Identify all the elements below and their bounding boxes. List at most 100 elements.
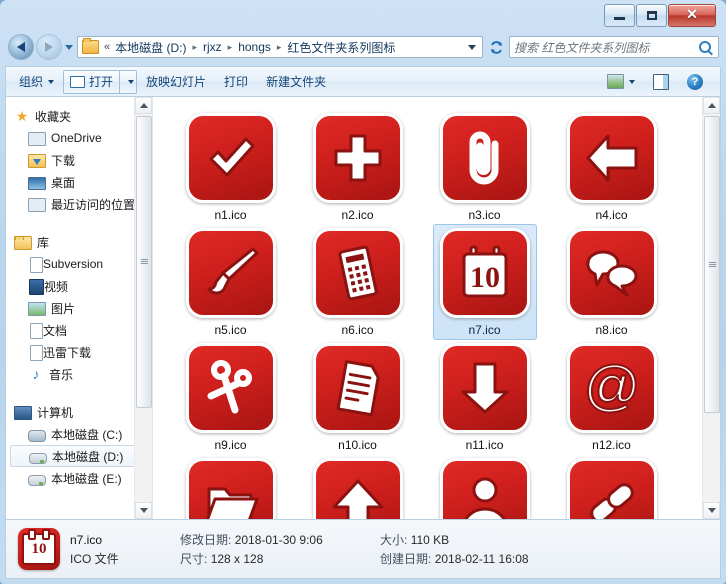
sidebar-header-favorites[interactable]: ★ 收藏夹 <box>6 105 152 127</box>
sidebar-item-onedrive[interactable]: OneDrive <box>6 127 152 149</box>
open-button[interactable]: 打开 <box>63 69 120 94</box>
file-item[interactable]: n9.ico <box>167 335 294 452</box>
sidebar-item-videos[interactable]: 视频 <box>6 275 152 297</box>
file-item[interactable]: n6.ico <box>294 220 421 337</box>
file-item[interactable]: n4.ico <box>548 105 675 222</box>
file-list-pane[interactable]: n1.ico n2.ico n3.ico n4.ico n5.ico n6.ic… <box>153 97 720 519</box>
sidebar-item-music[interactable]: ♪ 音乐 <box>6 363 152 385</box>
close-button[interactable]: ✕ <box>668 4 716 27</box>
file-item[interactable] <box>421 450 548 519</box>
file-item[interactable]: n2.ico <box>294 105 421 222</box>
folder-icon <box>82 38 99 54</box>
drive-d-icon <box>29 452 47 464</box>
thunder-download-icon <box>30 344 43 361</box>
content-scroll-down-button[interactable] <box>703 502 720 519</box>
upload-icon <box>312 458 403 519</box>
preview-pane-button[interactable] <box>644 70 678 94</box>
videos-icon <box>29 278 44 295</box>
grip-icon <box>140 259 148 265</box>
calendar-icon: 10 <box>439 228 530 318</box>
minimize-icon <box>614 17 625 20</box>
sidebar-item-recent-places[interactable]: 最近访问的位置 <box>6 193 152 215</box>
forward-button[interactable] <box>36 34 62 60</box>
file-item[interactable]: n8.ico <box>548 220 675 337</box>
sidebar-header-label: 库 <box>37 235 50 250</box>
file-item-selected[interactable]: 10 n7.ico <box>421 220 548 340</box>
explorer-window: ✕ « 本地磁盘 (D:) ▸ rjxz ▸ hongs ▸ 红色文件夹系列图标 <box>0 0 726 584</box>
search-input[interactable]: 搜索 红色文件夹系列图标 <box>509 36 719 58</box>
sidebar-group-computer: 计算机 本地磁盘 (C:) 本地磁盘 (D:) 本地磁盘 (E:) <box>6 401 152 489</box>
slideshow-button[interactable]: 放映幻灯片 <box>137 70 215 94</box>
library-icon <box>14 236 32 250</box>
new-folder-button[interactable]: 新建文件夹 <box>257 70 335 94</box>
plus-icon <box>312 113 403 203</box>
sidebar-item-drive-d[interactable]: 本地磁盘 (D:) <box>10 445 148 467</box>
breadcrumb-item-rjxz[interactable]: rjxz <box>202 40 223 54</box>
sidebar-item-label: 图片 <box>51 301 76 316</box>
breadcrumb-dropdown-icon[interactable] <box>468 44 476 50</box>
sidebar-scroll-down-button[interactable] <box>135 502 152 519</box>
breadcrumb-separator-icon[interactable]: ▸ <box>187 42 202 53</box>
sidebar-item-drive-c[interactable]: 本地磁盘 (C:) <box>6 423 152 445</box>
breadcrumb-item-drive[interactable]: 本地磁盘 (D:) <box>114 39 187 56</box>
preview-pane-icon <box>653 73 669 90</box>
file-item[interactable]: @ n12.ico <box>548 335 675 452</box>
sidebar-header-computer[interactable]: 计算机 <box>6 401 152 423</box>
chevron-down-icon <box>707 508 716 513</box>
content-scroll-thumb[interactable] <box>704 116 720 413</box>
breadcrumb-separator-icon[interactable]: ▸ <box>223 42 238 53</box>
open-dropdown-button[interactable] <box>119 69 138 94</box>
change-view-button[interactable] <box>598 70 644 94</box>
sidebar-header-libraries[interactable]: 库 <box>6 231 152 253</box>
recent-locations-dropdown-icon[interactable] <box>65 44 73 50</box>
file-item[interactable]: n5.ico <box>167 220 294 337</box>
sidebar-scroll-thumb[interactable] <box>136 116 152 408</box>
minimize-button[interactable] <box>604 4 635 27</box>
breadcrumb-separator-icon[interactable]: ▸ <box>272 42 287 53</box>
arrow-left-icon <box>566 113 657 203</box>
arrow-left-icon <box>17 42 25 52</box>
sidebar-item-drive-e[interactable]: 本地磁盘 (E:) <box>6 467 152 489</box>
file-item[interactable]: n10.ico <box>294 335 421 452</box>
details-col-dates: 修改日期: 2018-01-30 9:06 尺寸: 128 x 128 <box>180 530 380 568</box>
sidebar-item-pictures[interactable]: 图片 <box>6 297 152 319</box>
file-item[interactable] <box>548 450 675 519</box>
arrow-right-icon <box>45 42 53 52</box>
maximize-icon <box>646 11 657 20</box>
file-item[interactable]: n1.ico <box>167 105 294 222</box>
organize-button[interactable]: 组织 <box>10 70 63 94</box>
sidebar-scroll-up-button[interactable] <box>135 97 152 114</box>
file-item[interactable] <box>294 450 421 519</box>
arrow-down-icon <box>439 343 530 433</box>
chevron-down-icon <box>127 79 134 84</box>
at-sign-icon: @ <box>566 343 657 433</box>
open-label: 打开 <box>89 75 114 89</box>
content-scroll-up-button[interactable] <box>703 97 720 114</box>
paperclip-icon <box>439 113 530 203</box>
document-icon <box>312 343 403 433</box>
refresh-button[interactable] <box>483 40 509 55</box>
sidebar-item-thunder-download[interactable]: 迅雷下载 <box>6 341 152 363</box>
print-button[interactable]: 打印 <box>215 70 257 94</box>
sidebar-item-desktop[interactable]: 桌面 <box>6 171 152 193</box>
sidebar-item-documents[interactable]: 文档 <box>6 319 152 341</box>
breadcrumb-item-hongs[interactable]: hongs <box>237 40 272 54</box>
file-item[interactable]: n11.ico <box>421 335 548 452</box>
content-scrollbar[interactable] <box>702 97 720 519</box>
sidebar-scrollbar[interactable] <box>134 97 152 519</box>
maximize-button[interactable] <box>636 4 667 27</box>
breadcrumb-item-current[interactable]: 红色文件夹系列图标 <box>286 39 396 56</box>
drive-e-icon <box>28 474 46 486</box>
file-item[interactable]: n3.ico <box>421 105 548 222</box>
breadcrumb-overflow-icon[interactable]: « <box>103 41 114 53</box>
command-toolbar: 组织 打开 放映幻灯片 打印 新建文件夹 ? <box>5 66 721 96</box>
back-button[interactable] <box>8 34 34 60</box>
breadcrumb[interactable]: « 本地磁盘 (D:) ▸ rjxz ▸ hongs ▸ 红色文件夹系列图标 <box>77 36 483 58</box>
new-folder-label: 新建文件夹 <box>266 75 327 89</box>
sidebar-item-downloads[interactable]: 下载 <box>6 149 152 171</box>
help-button[interactable]: ? <box>678 70 712 94</box>
calendar-day-number: 10 <box>31 540 47 557</box>
sidebar-item-subversion[interactable]: Subversion <box>6 253 152 275</box>
file-item[interactable] <box>167 450 294 519</box>
detail-modified-label: 修改日期: <box>180 533 232 547</box>
